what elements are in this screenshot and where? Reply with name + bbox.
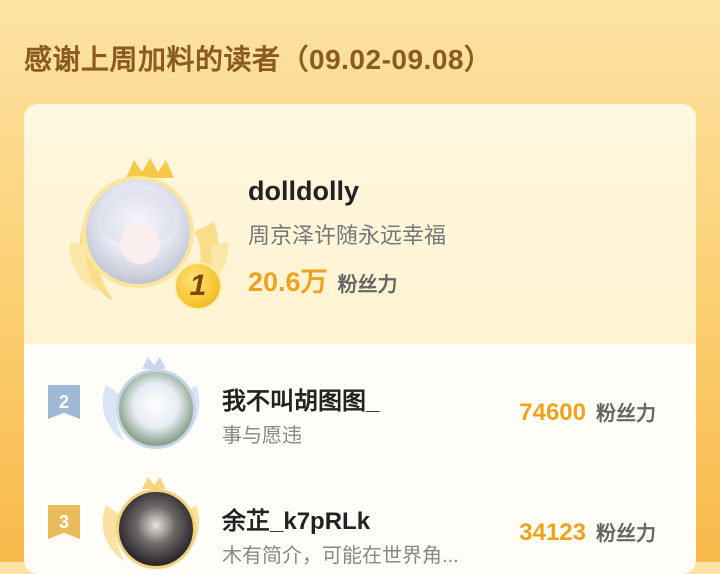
page-title: 感谢上周加料的读者（09.02-09.08）	[24, 44, 493, 75]
leaderboard-card: 1 dolldolly 周京泽许随永远幸福 20.6万 粉丝力 2 我不叫胡图图…	[24, 104, 696, 574]
fan-power-label: 粉丝力	[337, 274, 398, 296]
top-reader[interactable]: 1 dolldolly 周京泽许随永远幸福 20.6万 粉丝力	[24, 104, 696, 344]
reader-name[interactable]: 余芷_k7pRLk	[222, 501, 370, 536]
rank-3-tag: 3	[48, 505, 80, 539]
reader-bio: 周京泽许随永远幸福	[248, 223, 447, 248]
list-item[interactable]: 2 我不叫胡图图_ 事与愿违 74600 粉丝力	[24, 349, 696, 469]
top-avatar-frame: 1	[64, 152, 234, 310]
avatar-frame	[96, 349, 206, 459]
reader-bio: 木有简介，可能在世界角...	[222, 545, 459, 567]
fan-power-value: 74600	[519, 399, 586, 426]
reader-bio: 事与愿违	[222, 425, 302, 447]
avatar[interactable]	[82, 176, 194, 288]
avatar[interactable]	[116, 489, 196, 569]
fan-power-value: 34123	[519, 519, 586, 546]
reader-name[interactable]: 我不叫胡图图_	[222, 381, 379, 416]
list-item[interactable]: 3 余芷_k7pRLk 木有简介，可能在世界角... 34123 粉丝力	[24, 469, 696, 574]
fan-power: 20.6万 粉丝力	[248, 260, 398, 299]
rank-1-badge: 1	[174, 262, 222, 310]
fan-power-value: 20.6万	[248, 267, 328, 297]
avatar-frame	[96, 469, 206, 574]
fan-power-label: 粉丝力	[596, 403, 656, 425]
fan-power: 34123 粉丝力	[519, 517, 656, 547]
fan-power: 74600 粉丝力	[519, 397, 656, 427]
avatar[interactable]	[116, 369, 196, 449]
fan-power-label: 粉丝力	[596, 523, 656, 545]
reader-name[interactable]: dolldolly	[248, 176, 359, 207]
rank-2-tag: 2	[48, 385, 80, 419]
